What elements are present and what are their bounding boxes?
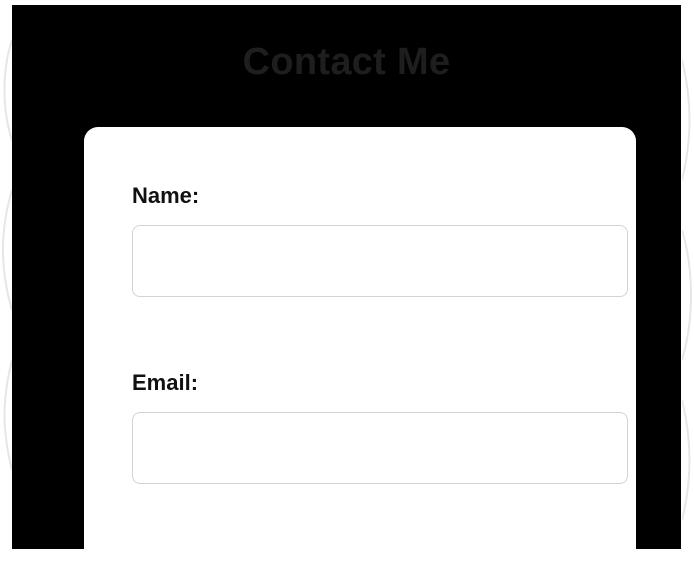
left-edge-decoration — [0, 0, 12, 549]
page-title: Contact Me — [242, 41, 451, 83]
email-label: Email: — [132, 370, 199, 395]
contact-form-card: Name: Email: — [84, 127, 636, 567]
email-input[interactable] — [132, 412, 628, 484]
right-edge-decoration — [682, 0, 694, 549]
name-input[interactable] — [132, 225, 628, 297]
contact-panel: Contact Me Name: Email: — [12, 5, 681, 567]
name-label: Name: — [132, 183, 200, 208]
